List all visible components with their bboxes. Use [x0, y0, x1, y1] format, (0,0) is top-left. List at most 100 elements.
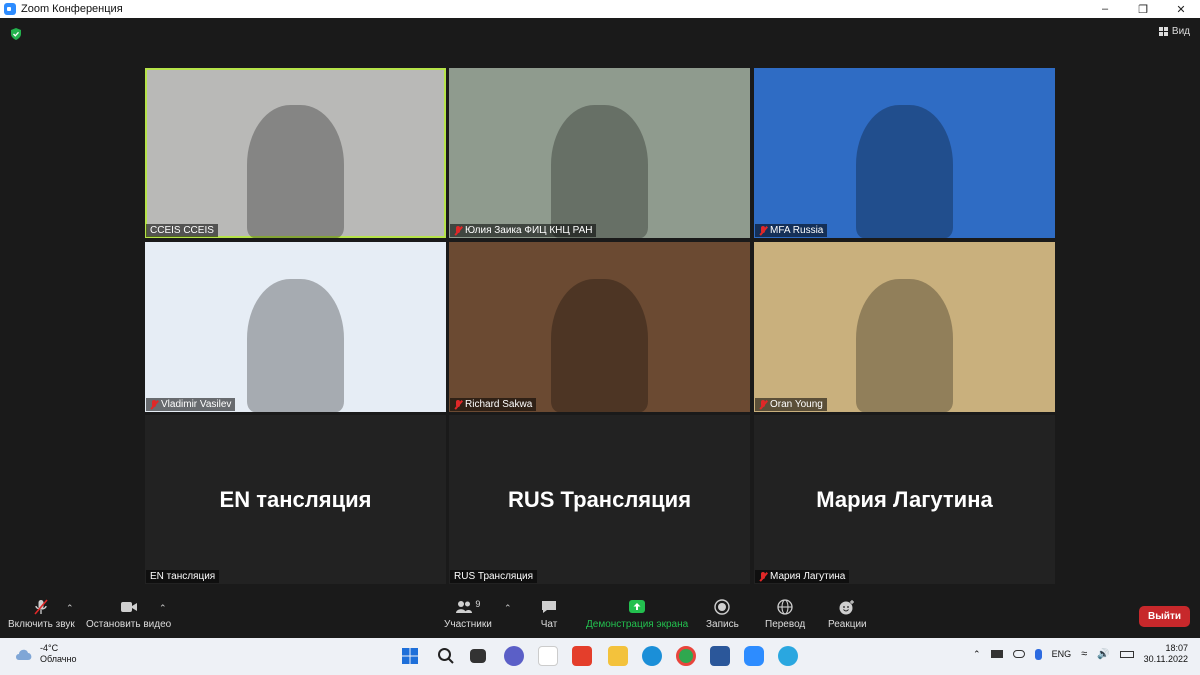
shield-icon[interactable] — [10, 28, 22, 40]
wifi-icon[interactable]: ≈ — [1081, 648, 1087, 660]
video-tile[interactable]: CCEIS CCEIS — [145, 68, 446, 238]
window-title: Zoom Конференция — [21, 3, 123, 15]
participant-name: RUS Трансляция — [454, 571, 534, 582]
clock[interactable]: 18:07 30.11.2022 — [1144, 643, 1188, 665]
participants-icon — [456, 601, 473, 613]
microphone-icon[interactable] — [1034, 648, 1042, 660]
video-tile[interactable]: Oran Young — [754, 242, 1055, 412]
cloud-icon — [16, 649, 32, 660]
clock-date: 30.11.2022 — [1143, 654, 1188, 664]
teams-chat-icon[interactable] — [504, 646, 524, 666]
unmute-button[interactable]: Включить звук — [8, 599, 75, 630]
maximize-button[interactable]: ❐ — [1124, 0, 1162, 18]
browser-globe-icon[interactable] — [778, 646, 798, 666]
clock-time: 18:07 — [1165, 643, 1188, 653]
participants-button[interactable]: 9 Участники — [444, 599, 492, 630]
participant-name-tag: Юлия Заика ФИЦ КНЦ РАН — [450, 224, 597, 237]
taskbar-search-button[interactable] — [436, 646, 456, 666]
start-button[interactable] — [400, 646, 420, 666]
battery-settings-icon[interactable] — [990, 650, 1003, 658]
video-feed — [247, 105, 344, 238]
widgets-icon[interactable] — [538, 646, 558, 666]
onedrive-cloud-icon[interactable] — [1012, 650, 1025, 658]
view-label: Вид — [1171, 26, 1190, 37]
weather-temp: -4°C — [40, 643, 59, 653]
video-feed — [856, 279, 953, 412]
chat-label: Чат — [540, 619, 558, 630]
leave-meeting-button[interactable]: Выйти — [1139, 606, 1190, 627]
video-feed — [856, 105, 953, 238]
participant-name-tag: MFA Russia — [755, 224, 828, 237]
participant-name: Richard Sakwa — [465, 399, 533, 410]
share-screen-icon — [629, 600, 646, 613]
video-tile[interactable]: Мария Лагутина Мария Лагутина — [754, 415, 1055, 584]
participant-name-tag: Мария Лагутина — [755, 570, 850, 583]
office-icon[interactable] — [572, 646, 592, 666]
video-tile[interactable]: Юлия Заика ФИЦ КНЦ РАН — [449, 68, 750, 238]
speaker-icon[interactable]: 🔊 — [1097, 649, 1109, 660]
participants-options-chevron-icon[interactable]: ⌃ — [504, 603, 512, 614]
reactions-label: Реакции — [828, 619, 867, 630]
record-button[interactable]: Запись — [706, 599, 739, 630]
audio-options-chevron-icon[interactable]: ⌃ — [66, 603, 74, 614]
participant-name-tag: EN тансляция — [146, 570, 220, 583]
participant-name-tag: Vladimir Vasilev — [146, 398, 236, 411]
participant-name: Юлия Заика ФИЦ КНЦ РАН — [465, 225, 593, 236]
participants-count: 9 — [475, 599, 481, 609]
file-explorer-icon[interactable] — [608, 646, 628, 666]
reactions-button[interactable]: Реакции — [828, 599, 867, 630]
translate-button[interactable]: Перевод — [765, 599, 805, 630]
minimize-button[interactable]: – — [1086, 0, 1124, 18]
word-icon[interactable] — [710, 646, 730, 666]
windows-logo-icon — [402, 648, 418, 664]
video-tile[interactable]: Richard Sakwa — [449, 242, 750, 412]
record-label: Запись — [706, 619, 739, 630]
view-button[interactable]: Вид — [1158, 26, 1190, 37]
participant-name-tag: Richard Sakwa — [450, 398, 537, 411]
globe-icon — [777, 599, 793, 615]
video-tile[interactable]: MFA Russia — [754, 68, 1055, 238]
participant-name: Oran Young — [770, 399, 823, 410]
participant-name-tag: CCEIS CCEIS — [146, 224, 218, 237]
close-button[interactable]: ✕ — [1162, 0, 1200, 18]
participant-name: Vladimir Vasilev — [161, 399, 232, 410]
participant-name: Мария Лагутина — [770, 571, 846, 582]
video-options-chevron-icon[interactable]: ⌃ — [159, 603, 167, 614]
participant-name: EN тансляция — [150, 571, 216, 582]
muted-mic-icon — [759, 571, 767, 582]
input-language[interactable]: ENG — [1052, 649, 1072, 659]
participant-name-tag: RUS Трансляция — [450, 570, 538, 583]
battery-icon[interactable] — [1119, 650, 1134, 658]
muted-mic-icon — [759, 399, 767, 410]
weather-widget[interactable]: -4°C Облачно — [14, 643, 76, 665]
video-tile[interactable]: Vladimir Vasilev — [145, 242, 446, 412]
search-icon — [438, 648, 454, 664]
chat-button[interactable]: Чат — [540, 599, 558, 630]
unmute-label: Включить звук — [8, 619, 75, 630]
share-screen-button[interactable]: Демонстрация экрана — [586, 599, 688, 630]
muted-mic-icon — [454, 399, 462, 410]
video-tile[interactable]: EN тансляция EN тансляция — [145, 415, 446, 584]
microphone-muted-icon — [34, 599, 48, 615]
participant-name-tag: Oran Young — [755, 398, 827, 411]
zoom-taskbar-icon[interactable] — [744, 646, 764, 666]
stop-video-label: Остановить видео — [86, 619, 172, 630]
participant-name: MFA Russia — [770, 225, 824, 236]
window-titlebar: Zoom Конференция – ❐ ✕ — [0, 0, 1200, 18]
system-tray: ⌃ ENG ≈ 🔊 18:07 30.11.2022 — [973, 643, 1188, 665]
participant-display-name: EN тансляция — [219, 487, 372, 512]
tray-overflow-chevron-icon[interactable]: ⌃ — [973, 649, 981, 660]
video-feed — [551, 105, 648, 238]
edge-browser-icon[interactable] — [642, 646, 662, 666]
zoom-app-icon — [4, 3, 16, 15]
translate-label: Перевод — [765, 619, 806, 630]
participant-name: CCEIS CCEIS — [150, 225, 214, 236]
participant-display-name: Мария Лагутина — [816, 487, 993, 512]
share-screen-label: Демонстрация экрана — [586, 619, 689, 630]
task-view-icon[interactable] — [470, 649, 486, 663]
video-tile[interactable]: RUS Трансляция RUS Трансляция — [449, 415, 750, 584]
chat-icon — [542, 601, 556, 613]
chrome-browser-icon[interactable] — [676, 646, 696, 666]
muted-mic-icon — [454, 225, 462, 236]
os-taskbar: -4°C Облачно ⌃ ENG ≈ 🔊 18:07 30.11.2022 — [0, 638, 1200, 675]
